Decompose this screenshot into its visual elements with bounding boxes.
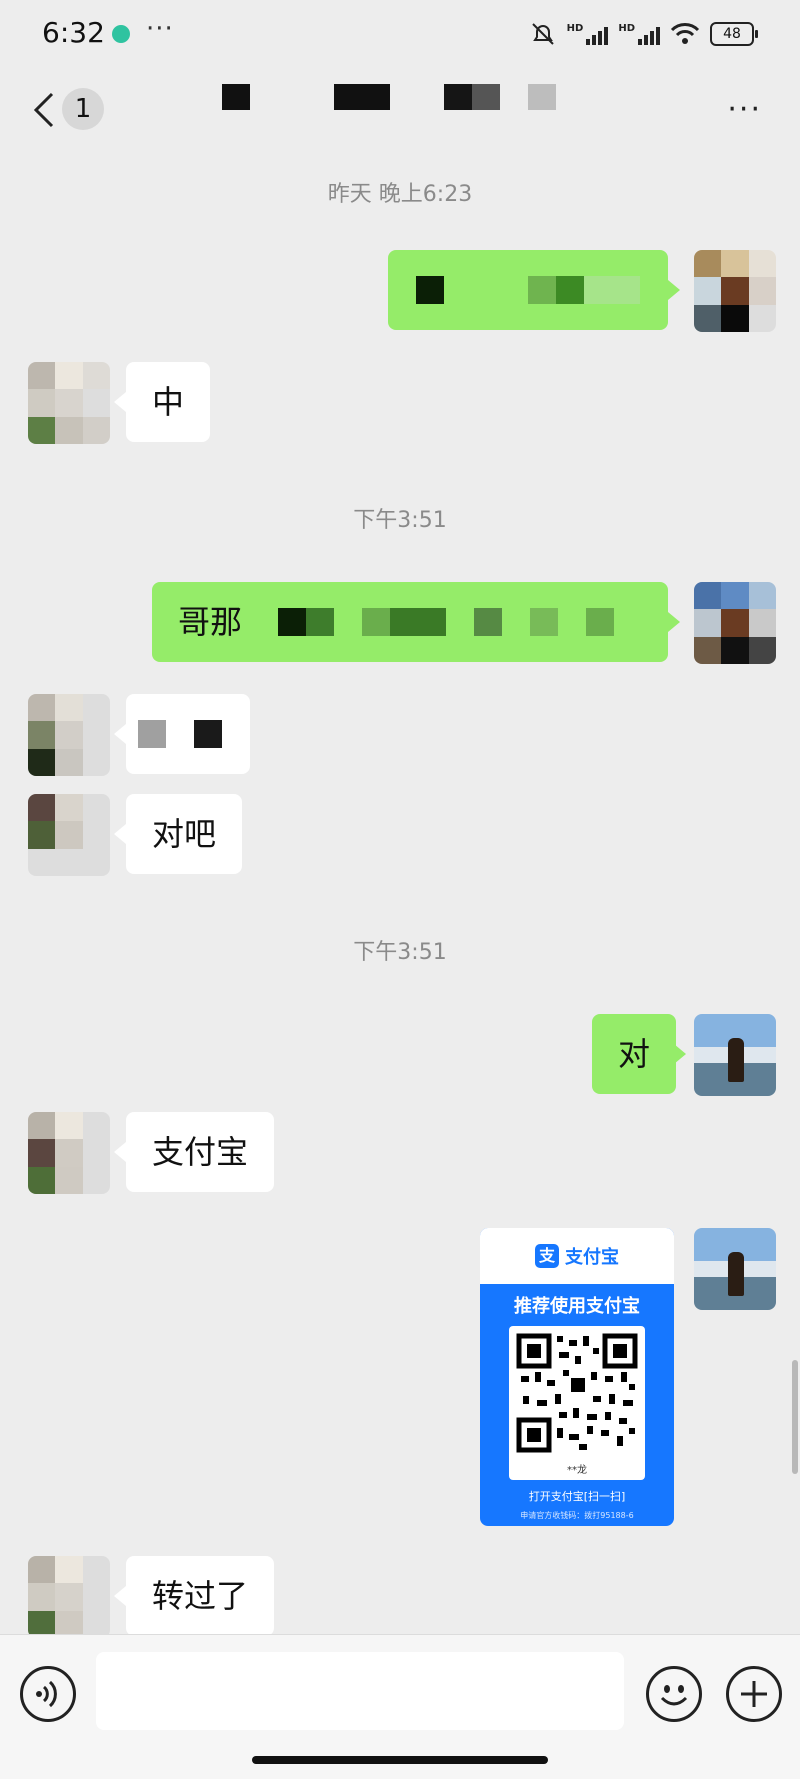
battery-indicator: 48 <box>710 22 758 46</box>
payee-name: **龙 <box>567 1465 587 1476</box>
message-bubble[interactable]: 对吧 <box>126 794 243 874</box>
hd-label-1: HD <box>566 23 584 34</box>
status-icons: HD HD 48 <box>529 20 758 48</box>
contact-avatar[interactable] <box>28 1556 110 1638</box>
timestamp: 昨天 晚上6:23 <box>327 182 473 207</box>
alipay-logo-icon: 支 <box>535 1244 559 1268</box>
timestamp: 下午3:51 <box>353 940 447 965</box>
alipay-brand: 支付宝 <box>565 1247 619 1268</box>
message-bubble[interactable]: 转过了 <box>126 1556 275 1636</box>
qr-code: **龙 <box>509 1326 645 1480</box>
message-bubble[interactable] <box>388 250 668 330</box>
status-bar: 6:32 ··· HD HD 48 <box>0 0 800 72</box>
bubble-tail <box>668 612 680 632</box>
outgoing-message[interactable]: 哥那 <box>152 582 668 662</box>
bubble-tail <box>114 724 126 744</box>
bubble-tail <box>668 280 680 300</box>
back-icon[interactable] <box>28 90 58 130</box>
my-avatar[interactable] <box>694 250 776 332</box>
unread-badge[interactable]: 1 <box>62 88 104 130</box>
hd-label-2: HD <box>618 23 635 34</box>
more-icon[interactable]: ··· <box>727 92 762 127</box>
alipay-slogan: 推荐使用支付宝 <box>514 1296 640 1317</box>
contact-avatar[interactable] <box>28 1112 110 1194</box>
alipay-header: 支 支付宝 <box>480 1228 674 1284</box>
message-bubble[interactable] <box>126 694 250 774</box>
bubble-tail <box>114 1142 126 1162</box>
contact-avatar[interactable] <box>28 362 110 444</box>
wifi-icon <box>670 23 700 44</box>
status-time: 6:32 <box>42 16 105 49</box>
qr-code-icon <box>516 1333 638 1453</box>
message-bubble[interactable]: 支付宝 <box>126 1112 275 1192</box>
contact-avatar[interactable] <box>28 694 110 776</box>
my-avatar[interactable] <box>694 1014 776 1096</box>
outgoing-message[interactable] <box>388 250 668 330</box>
app-notification-icon <box>112 25 130 43</box>
plus-button[interactable] <box>726 1666 782 1722</box>
alipay-footer: 申请官方收钱码：拨打95188-6 <box>520 1511 634 1520</box>
alipay-cta: 打开支付宝[扫一扫] <box>528 1490 626 1503</box>
signal-icon-2: HD <box>618 23 660 45</box>
bubble-tail <box>114 824 126 844</box>
chat-header <box>0 72 800 152</box>
signal-icon-1: HD <box>567 23 609 45</box>
voice-button[interactable] <box>20 1666 76 1722</box>
message-bubble[interactable]: 哥那 <box>152 582 668 662</box>
voice-icon <box>36 1680 57 1708</box>
emoji-icon <box>660 1685 688 1706</box>
my-avatar[interactable] <box>694 582 776 664</box>
message-bubble[interactable]: 中 <box>126 362 211 442</box>
bubble-tail <box>114 1586 126 1606</box>
bubble-tail <box>674 1044 686 1064</box>
my-avatar[interactable] <box>694 1228 776 1310</box>
contact-avatar[interactable] <box>28 794 110 876</box>
alipay-qr-card[interactable]: 支 支付宝 推荐使用支付宝 **龙 打开支付宝[扫一扫] 申请官方收钱码：拨打9… <box>480 1228 674 1526</box>
mute-icon <box>531 23 554 45</box>
message-input[interactable] <box>96 1652 624 1730</box>
status-more-icon: ··· <box>146 14 174 44</box>
message-bubble[interactable]: 对 <box>592 1014 677 1094</box>
plus-icon <box>741 1681 767 1707</box>
home-indicator[interactable] <box>252 1756 548 1764</box>
bubble-tail <box>114 392 126 412</box>
timestamp: 下午3:51 <box>353 508 447 533</box>
emoji-button[interactable] <box>646 1666 702 1722</box>
scrollbar[interactable] <box>792 1360 798 1474</box>
